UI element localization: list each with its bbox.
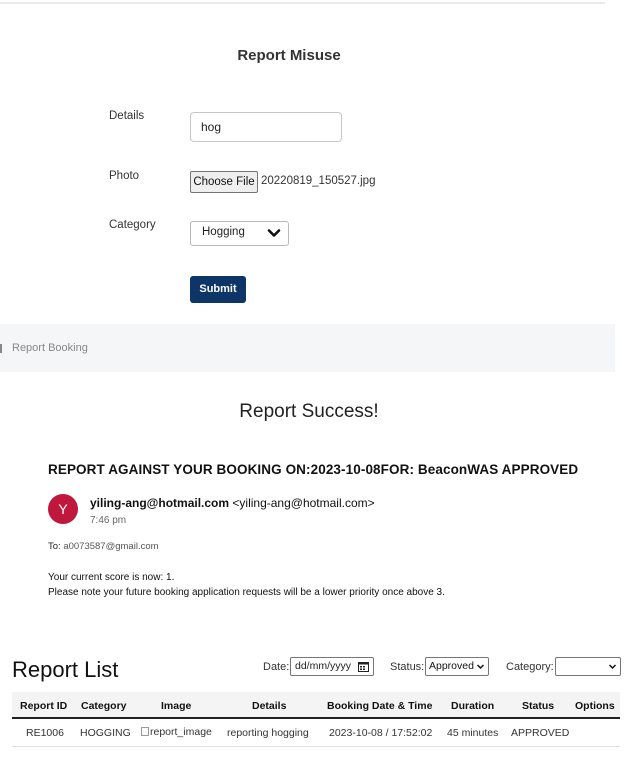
column-header-booking-datetime: Booking Date & Time (327, 700, 433, 712)
selected-file-name: 20220819_150527.jpg (261, 175, 376, 187)
email-sender: yiling-ang@hotmail.com <yiling-ang@hotma… (90, 496, 375, 510)
cell-status: APPROVED (511, 727, 570, 739)
breadcrumb-marker (0, 344, 2, 353)
chevron-down-icon (267, 229, 281, 237)
cell-report-id: RE1006 (26, 727, 64, 739)
email-recipient: To: a0073587@gmail.com (48, 541, 159, 552)
cell-image: report_image (141, 726, 212, 738)
to-email: a0073587@gmail.com (63, 541, 159, 552)
email-subject: REPORT AGAINST YOUR BOOKING ON:2023-10-0… (48, 462, 579, 477)
breadcrumb: Report Booking (0, 324, 615, 372)
cell-image-alt: report_image (150, 726, 212, 738)
email-body-line-1: Your current score is now: 1. (48, 572, 175, 583)
date-filter-input[interactable]: dd/mm/yyyy (290, 657, 374, 676)
table-header: Report ID Category Image Details Booking… (12, 692, 620, 719)
chevron-down-icon (608, 664, 617, 670)
form-title: Report Misuse (237, 47, 341, 64)
category-label: Category (109, 219, 156, 231)
submit-button[interactable]: Submit (190, 276, 246, 303)
top-divider (0, 2, 605, 4)
sender-display: <yiling-ang@hotmail.com> (232, 496, 375, 510)
cell-booking-datetime: 2023-10-08 / 17:52:02 (329, 727, 433, 739)
column-header-details: Details (252, 700, 287, 712)
breadcrumb-item-report-booking[interactable]: Report Booking (12, 342, 88, 354)
choose-file-button[interactable]: Choose File (190, 171, 258, 193)
column-header-duration: Duration (451, 700, 495, 712)
cell-details: reporting hogging (227, 727, 309, 739)
email-body-line-2: Please note your future booking applicat… (48, 587, 445, 598)
details-label: Details (109, 110, 145, 122)
success-title: Report Success! (239, 401, 379, 422)
status-filter-select[interactable]: Approved (425, 657, 489, 676)
category-select[interactable]: Hogging (190, 221, 289, 246)
to-label: To: (48, 541, 61, 552)
column-header-report-id: Report ID (20, 700, 68, 712)
column-header-options: Options (575, 700, 615, 712)
calendar-icon[interactable] (358, 661, 369, 672)
cell-duration: 45 minutes (447, 727, 499, 739)
status-filter-label: Status: (390, 661, 425, 673)
date-filter-label: Date: (263, 661, 290, 673)
date-filter-placeholder: dd/mm/yyyy (295, 660, 352, 672)
details-input[interactable]: hog (190, 112, 342, 142)
column-header-category: Category (81, 700, 127, 712)
category-filter-select[interactable] (555, 657, 621, 676)
chevron-down-icon (476, 664, 485, 670)
email-time: 7:46 pm (90, 515, 127, 526)
category-filter-label: Category: (506, 661, 554, 673)
report-list-title: Report List (12, 657, 119, 682)
category-select-value: Hogging (202, 226, 245, 238)
avatar: Y (48, 494, 78, 524)
sender-email: yiling-ang@hotmail.com (90, 496, 230, 510)
column-header-image: Image (161, 700, 192, 712)
broken-image-icon (141, 727, 149, 736)
photo-label: Photo (109, 170, 140, 182)
cell-category: HOGGING (80, 727, 131, 739)
column-header-status: Status (522, 700, 555, 712)
status-filter-value: Approved (429, 660, 474, 672)
table-row: RE1006 HOGGING report_image reporting ho… (12, 719, 620, 747)
